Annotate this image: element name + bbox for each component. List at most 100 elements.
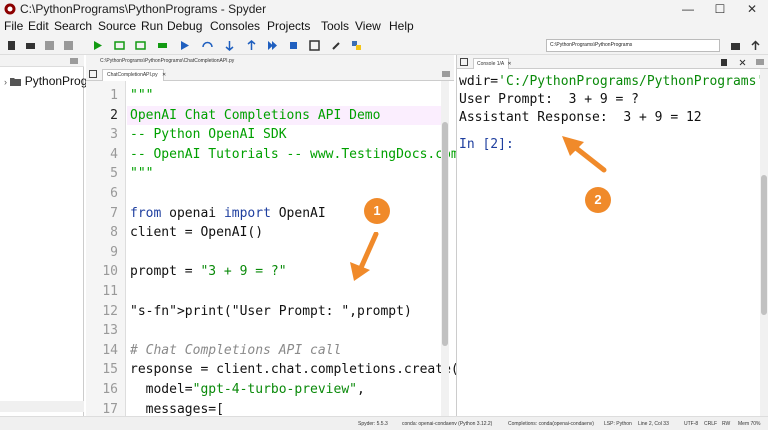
line-number: 13	[102, 323, 118, 339]
python-path-icon[interactable]	[351, 40, 362, 51]
expand-chevron-icon[interactable]: ›	[4, 77, 7, 87]
menu-bar: File Edit Search Source Run Debug Consol…	[0, 18, 768, 36]
menu-run[interactable]: Run	[141, 19, 163, 33]
tab-console[interactable]: Console 1/A ✕	[473, 58, 512, 69]
status-bar: Spyder: 5.5.3 conda: openai-condaenv (Py…	[0, 416, 768, 430]
save-icon[interactable]	[44, 40, 55, 51]
browse-tabs-icon[interactable]	[89, 70, 97, 78]
title-bar: C:\PythonPrograms\PythonPrograms - Spyde…	[0, 0, 768, 18]
code-line: client = OpenAI()	[130, 225, 264, 241]
menu-debug[interactable]: Debug	[167, 19, 202, 33]
working-directory-combo[interactable]: C:\PythonPrograms\PythonPrograms	[546, 39, 720, 52]
debug-icon[interactable]	[180, 40, 191, 51]
editor-tab-bar: ChatCompletionAPI.py ✕	[86, 67, 454, 81]
remove-console-icon[interactable]	[739, 59, 746, 66]
console-input-prompt[interactable]: In [2]:	[459, 137, 514, 152]
code-line: -- Python OpenAI SDK	[130, 127, 287, 143]
run-cell-advance-icon[interactable]	[135, 40, 146, 51]
line-number: 12	[102, 303, 118, 319]
toolbar: C:\PythonPrograms\PythonPrograms	[0, 36, 768, 55]
menu-file[interactable]: File	[4, 19, 23, 33]
code-line: """	[130, 166, 154, 182]
step-icon[interactable]	[202, 40, 213, 51]
line-number-gutter: 1 2 3 4 5 6 7 8 9 10 11 12 13 14 15 16 1…	[86, 81, 126, 417]
editor-options-icon[interactable]	[442, 71, 450, 77]
line-number: 1	[110, 88, 118, 103]
pane-options-icon[interactable]	[70, 58, 78, 64]
continue-icon[interactable]	[267, 40, 278, 51]
menu-consoles[interactable]: Consoles	[210, 19, 260, 33]
tab-label: Console 1/A	[477, 61, 504, 67]
status-conda-env[interactable]: conda: openai-condaenv (Python 3.12.2)	[402, 421, 492, 427]
code-line: """	[130, 88, 154, 103]
wdir-value: 'C:/PythonPrograms/PythonPrograms'	[498, 74, 765, 89]
console-output-user-prompt: User Prompt: 3 + 9 = ?	[459, 92, 640, 107]
preferences-icon[interactable]	[331, 40, 342, 51]
menu-search[interactable]: Search	[54, 19, 92, 33]
editor-path-bar: C:\PythonPrograms\PythonPrograms\ChatCom…	[86, 55, 454, 67]
line-number: 16	[102, 382, 118, 397]
close-window-button[interactable]: ✕	[736, 0, 768, 18]
tree-item-project[interactable]: › PythonProg	[4, 74, 87, 88]
tab-close-icon[interactable]: ✕	[507, 61, 511, 67]
status-cursor-position: Line 2, Col 33	[638, 421, 669, 427]
code-line: # Chat Completions API call	[130, 342, 342, 358]
status-eol: CRLF	[704, 421, 718, 427]
explorer-header	[0, 55, 84, 67]
save-all-icon[interactable]	[63, 40, 74, 51]
line-number: 8	[110, 225, 118, 241]
step-return-icon[interactable]	[246, 40, 257, 51]
editor-pane: C:\PythonPrograms\PythonPrograms\ChatCom…	[86, 55, 459, 417]
tab-close-icon[interactable]: ✕	[162, 72, 166, 78]
console-scrollbar-thumb[interactable]	[761, 175, 767, 315]
run-icon[interactable]	[92, 40, 103, 51]
status-memory: Mem 70%	[738, 421, 761, 427]
tab-chatcompletionapi[interactable]: ChatCompletionAPI.py ✕	[102, 69, 166, 81]
step-into-icon[interactable]	[224, 40, 235, 51]
interrupt-kernel-icon[interactable]	[721, 59, 727, 66]
annotation-badge-1: 1	[364, 198, 390, 224]
tree-item-label: PythonProg	[24, 74, 88, 88]
code-line: -- OpenAI Tutorials -- www.TestingDocs.c…	[130, 146, 459, 162]
browse-folder-icon[interactable]	[730, 40, 741, 51]
menu-edit[interactable]: Edit	[28, 19, 49, 33]
menu-tools[interactable]: Tools	[321, 19, 349, 33]
annotation-badge-2: 2	[585, 187, 611, 213]
new-file-icon[interactable]	[6, 40, 17, 51]
code-line: model="gpt-4-turbo-preview",	[130, 382, 365, 397]
menu-help[interactable]: Help	[389, 19, 414, 33]
line-number: 4	[110, 146, 118, 162]
run-selection-icon[interactable]	[157, 40, 168, 51]
annotation-arrow-2-icon	[562, 136, 607, 173]
code-line: prompt = "3 + 9 = ?"	[130, 264, 287, 280]
status-lsp[interactable]: LSP: Python	[604, 421, 632, 427]
open-file-icon[interactable]	[25, 40, 36, 51]
maximize-pane-icon[interactable]	[309, 40, 320, 51]
parent-directory-icon[interactable]	[750, 40, 761, 51]
code-line: "s-fn">print("User Prompt: ",prompt)	[130, 303, 412, 319]
status-completions[interactable]: Completions: conda(openai-condaenv)	[508, 421, 594, 427]
spyder-app-icon	[4, 3, 16, 15]
line-number: 11	[102, 284, 118, 299]
minimize-button[interactable]: —	[672, 0, 704, 18]
stop-icon[interactable]	[288, 40, 299, 51]
tab-label: ChatCompletionAPI.py	[107, 72, 158, 78]
code-line: OpenAI Chat Completions API Demo	[130, 107, 381, 123]
code-line: from openai import OpenAI	[130, 205, 326, 221]
line-number: 6	[110, 186, 118, 201]
menu-source[interactable]: Source	[98, 19, 136, 33]
code-line: response = client.chat.completions.creat…	[130, 362, 459, 378]
explorer-horizontal-scrollbar[interactable]	[0, 401, 84, 412]
menu-view[interactable]: View	[355, 19, 381, 33]
browse-consoles-icon[interactable]	[460, 58, 468, 66]
line-number: 7	[110, 205, 118, 221]
file-explorer-pane: › PythonProg	[0, 55, 87, 416]
maximize-button[interactable]: ☐	[704, 0, 736, 18]
annotation-arrow-1-icon	[350, 232, 379, 281]
run-cell-icon[interactable]	[114, 40, 125, 51]
menu-projects[interactable]: Projects	[267, 19, 310, 33]
line-number: 15	[102, 362, 118, 378]
line-number-current: 2	[110, 107, 118, 123]
editor-scrollbar-thumb[interactable]	[442, 122, 448, 346]
console-options-icon[interactable]	[756, 59, 764, 65]
